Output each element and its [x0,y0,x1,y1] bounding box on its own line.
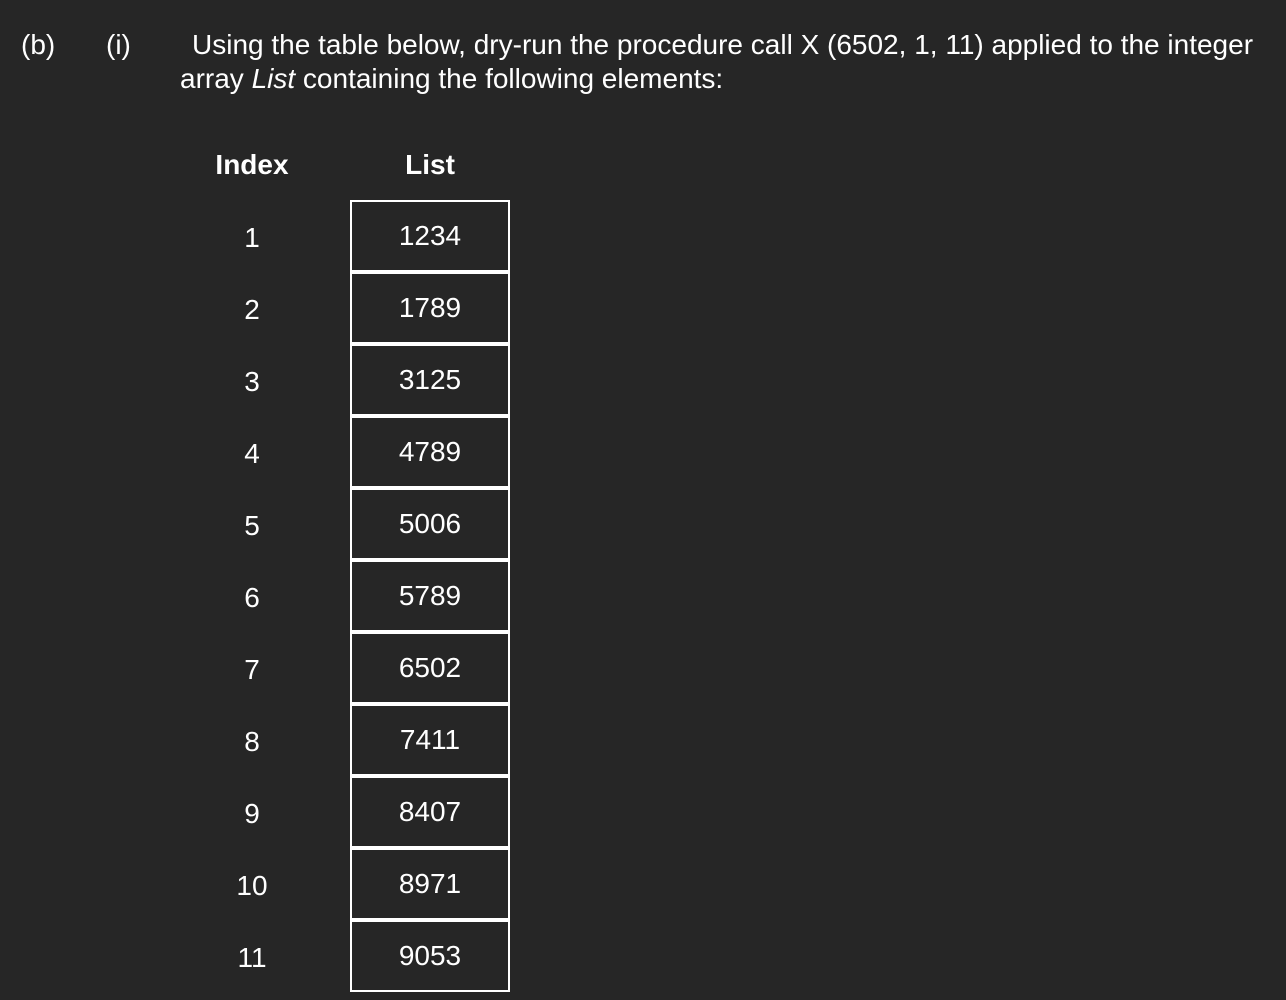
index-cell: 3 [244,366,260,397]
index-cell: 1 [244,222,260,253]
question-text: Using the table below, dry-run the proce… [180,28,1260,96]
list-cell: 1234 [350,200,510,272]
index-cell: 4 [244,438,260,469]
array-name: List [251,63,296,94]
index-cell: 5 [244,510,260,541]
index-cell: 10 [236,870,268,901]
list-cell: 7411 [350,704,510,776]
list-array-table: 1234 1789 3125 4789 5006 5789 6502 7411 8407 8971… [350,200,510,994]
subpart-label: (i) [106,29,131,60]
list-column-header: List [405,149,455,180]
list-cell: 5789 [350,560,510,632]
index-column-header: Index [215,149,289,180]
list-cell: 5006 [350,488,510,560]
question-text-after: containing the following elements: [295,63,724,94]
list-cell: 4789 [350,416,510,488]
index-cell: 9 [244,798,260,829]
list-cell: 9053 [350,920,510,992]
list-cell: 6502 [350,632,510,704]
list-cell: 1789 [350,272,510,344]
index-cell: 11 [237,942,267,973]
index-cell: 2 [244,294,260,325]
part-label: (b) [21,29,56,60]
index-cell: 7 [244,654,260,685]
list-cell: 8971 [350,848,510,920]
list-cell: 3125 [350,344,510,416]
list-cell: 8407 [350,776,510,848]
index-cell: 8 [244,726,260,757]
index-cell: 6 [244,582,260,613]
